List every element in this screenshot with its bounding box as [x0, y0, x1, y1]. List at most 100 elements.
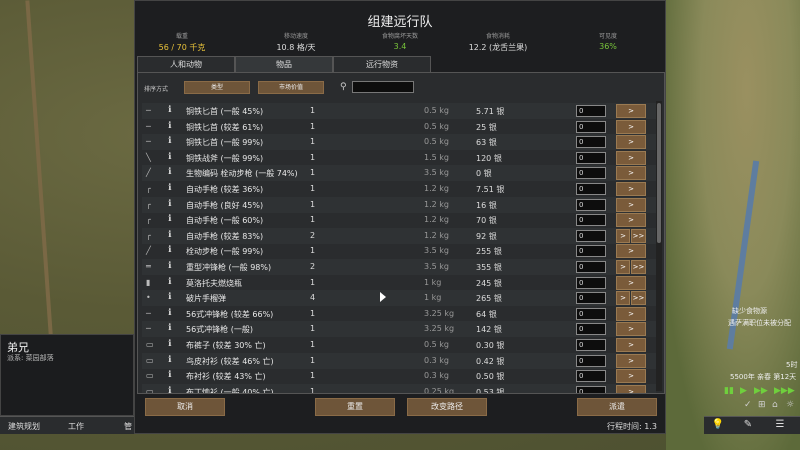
- add-one-button[interactable]: >: [616, 213, 646, 228]
- add-one-button[interactable]: >: [616, 384, 646, 393]
- add-one-button[interactable]: >: [616, 260, 630, 274]
- quantity-input[interactable]: 0: [576, 183, 606, 195]
- add-one-button[interactable]: >: [616, 166, 646, 181]
- add-all-button[interactable]: >>: [631, 260, 646, 274]
- quantity-input[interactable]: 0: [576, 136, 606, 149]
- table-row[interactable]: ╭ ℹ 自动手枪 (较差 36%) 1 1.2 kg 7.51 银 0 >: [142, 181, 656, 197]
- table-row[interactable]: ▮ ℹ 莫洛托夫燃烧瓶 1 1 kg 245 银 0 >: [142, 275, 656, 291]
- add-one-button[interactable]: >: [616, 322, 646, 337]
- info-icon[interactable]: ℹ: [168, 245, 171, 255]
- alert-no-food[interactable]: 缺少食物源: [732, 306, 767, 316]
- pause-icon[interactable]: ▮▮: [724, 386, 734, 396]
- reset-button[interactable]: 重置: [315, 398, 395, 416]
- info-icon[interactable]: ℹ: [168, 183, 171, 193]
- table-row[interactable]: ╭ ℹ 自动手枪 (良好 45%) 1 1.2 kg 16 银 0 >: [142, 196, 656, 213]
- add-one-button[interactable]: >: [616, 182, 646, 196]
- add-all-button[interactable]: >>: [631, 228, 646, 243]
- send-button[interactable]: 派遣: [577, 398, 657, 416]
- sort-by-value-button[interactable]: 市场价值: [258, 81, 324, 94]
- brush-icon[interactable]: ✎: [740, 419, 756, 433]
- quantity-input[interactable]: 0: [576, 151, 606, 164]
- quantity-input[interactable]: 0: [576, 276, 606, 289]
- table-row[interactable]: ─ ℹ 铜铁匕首 (较差 61%) 1 0.5 kg 25 银 0 >: [142, 119, 656, 135]
- check-icon[interactable]: ✓: [744, 400, 752, 410]
- menu-work[interactable]: 工作: [68, 421, 84, 432]
- table-row[interactable]: ─ ℹ 铜铁匕首 (一般 99%) 1 0.5 kg 63 银 0 >: [142, 134, 656, 151]
- search-input[interactable]: [352, 81, 414, 93]
- table-row[interactable]: ╱ ℹ 生物编码 栓动步枪 (一般 74%) 1 3.5 kg 0 银 0 >: [142, 165, 656, 182]
- table-row[interactable]: ─ ℹ 56式冲锋枪 (一般) 1 3.25 kg 142 银 0 >: [142, 321, 656, 338]
- table-row[interactable]: ╱ ℹ 栓动步枪 (一般 99%) 1 3.5 kg 255 银 0 >: [142, 243, 656, 259]
- info-icon[interactable]: ℹ: [168, 199, 171, 209]
- info-icon[interactable]: ℹ: [168, 355, 171, 365]
- roof-icon[interactable]: ⌂: [772, 400, 778, 410]
- tab-supplies[interactable]: 远行物资: [333, 56, 431, 73]
- table-row[interactable]: ─ ℹ 铜铁匕首 (一般 45%) 1 0.5 kg 5.71 银 0 >: [142, 103, 656, 119]
- info-icon[interactable]: ℹ: [168, 370, 171, 380]
- add-one-button[interactable]: >: [616, 244, 646, 259]
- quantity-input[interactable]: 0: [576, 229, 606, 242]
- info-icon[interactable]: ℹ: [168, 386, 171, 393]
- cancel-button[interactable]: 取消: [145, 398, 225, 416]
- lightbulb-icon[interactable]: 💡: [710, 419, 726, 433]
- table-row[interactable]: ═ ℹ 重型冲锋枪 (一般 98%) 2 3.5 kg 355 银 0 > >>: [142, 259, 656, 275]
- table-row[interactable]: ╭ ℹ 自动手枪 (一般 60%) 1 1.2 kg 70 银 0 >: [142, 212, 656, 228]
- quantity-input[interactable]: 0: [576, 323, 606, 336]
- menu-architect[interactable]: 建筑规划: [8, 421, 40, 432]
- speed-1-icon[interactable]: ▶: [740, 386, 747, 396]
- add-one-button[interactable]: >: [616, 275, 646, 290]
- quantity-input[interactable]: 0: [576, 120, 606, 133]
- add-one-button[interactable]: >: [616, 197, 646, 212]
- info-icon[interactable]: ℹ: [168, 214, 171, 224]
- info-icon[interactable]: ℹ: [168, 292, 171, 302]
- info-icon[interactable]: ℹ: [168, 323, 171, 333]
- info-icon[interactable]: ℹ: [168, 277, 171, 287]
- info-icon[interactable]: ℹ: [168, 136, 171, 146]
- beauty-icon[interactable]: ☼: [786, 400, 794, 410]
- add-one-button[interactable]: >: [616, 119, 646, 134]
- add-one-button[interactable]: >: [616, 150, 646, 165]
- table-row[interactable]: ▭ ℹ 鸟皮衬衫 (较差 46% 亡) 1 0.3 kg 0.42 银 0 >: [142, 352, 656, 369]
- quantity-input[interactable]: 0: [576, 198, 606, 211]
- quantity-input[interactable]: 0: [576, 385, 606, 393]
- quantity-input[interactable]: 0: [576, 307, 606, 320]
- info-icon[interactable]: ℹ: [168, 105, 171, 115]
- table-row[interactable]: ▭ ℹ 布丁恤衫 (一般 40% 亡) 1 0.25 kg 0.53 银 0 >: [142, 383, 656, 393]
- tab-pawns[interactable]: 人和动物: [137, 56, 235, 73]
- info-icon[interactable]: ℹ: [168, 230, 171, 240]
- quantity-input[interactable]: 0: [576, 370, 606, 383]
- add-one-button[interactable]: >: [616, 291, 630, 306]
- add-one-button[interactable]: >: [616, 306, 646, 321]
- add-one-button[interactable]: >: [616, 338, 646, 352]
- sort-by-type-button[interactable]: 类型: [184, 81, 250, 94]
- quantity-input[interactable]: 0: [576, 261, 606, 273]
- table-row[interactable]: ─ ℹ 56式冲锋枪 (较差 66%) 1 3.25 kg 64 银 0 >: [142, 306, 656, 322]
- info-icon[interactable]: ℹ: [168, 339, 171, 349]
- quantity-input[interactable]: 0: [576, 245, 606, 258]
- add-one-button[interactable]: >: [616, 369, 646, 384]
- add-all-button[interactable]: >>: [631, 291, 646, 306]
- scroll-thumb[interactable]: [657, 103, 661, 243]
- alert-role-unassigned[interactable]: 遇萨满职位未被分配: [728, 318, 791, 328]
- info-icon[interactable]: ℹ: [168, 121, 171, 131]
- add-one-button[interactable]: >: [616, 104, 646, 118]
- info-icon[interactable]: ℹ: [168, 152, 171, 162]
- table-row[interactable]: ▭ ℹ 布裤子 (较差 30% 亡) 1 0.5 kg 0.30 银 0 >: [142, 337, 656, 353]
- table-row[interactable]: • ℹ 破片手榴弹 4 1 kg 265 银 0 > >>: [142, 290, 656, 307]
- menu-more[interactable]: 管: [124, 421, 132, 432]
- list-scrollbar[interactable]: [656, 101, 662, 391]
- quantity-input[interactable]: 0: [576, 167, 606, 180]
- speed-2-icon[interactable]: ▶▶: [754, 386, 768, 396]
- add-one-button[interactable]: >: [616, 228, 630, 243]
- info-icon[interactable]: ℹ: [168, 308, 171, 318]
- change-route-button[interactable]: 改变路径: [407, 398, 487, 416]
- tab-items[interactable]: 物品: [235, 56, 333, 73]
- info-icon[interactable]: ℹ: [168, 167, 171, 177]
- quantity-input[interactable]: 0: [576, 339, 606, 351]
- quantity-input[interactable]: 0: [576, 292, 606, 305]
- speed-3-icon[interactable]: ▶▶▶: [774, 386, 795, 396]
- menu-icon[interactable]: ☰: [772, 419, 788, 433]
- quantity-input[interactable]: 0: [576, 105, 606, 117]
- table-row[interactable]: ▭ ℹ 布衬衫 (较差 43% 亡) 1 0.3 kg 0.50 银 0 >: [142, 368, 656, 384]
- info-icon[interactable]: ℹ: [168, 261, 171, 271]
